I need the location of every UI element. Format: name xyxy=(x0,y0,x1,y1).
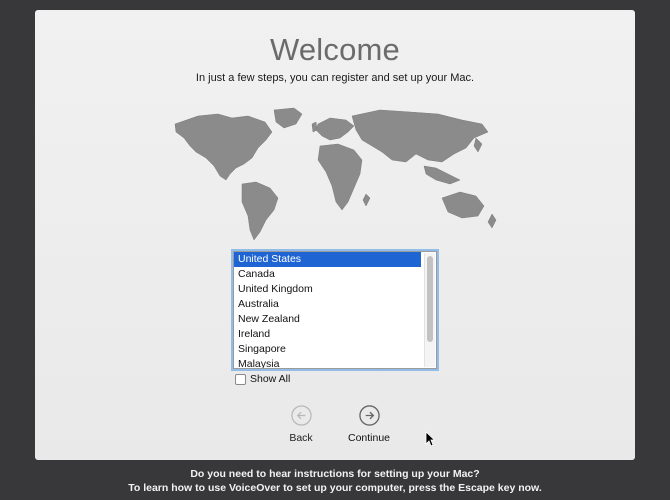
list-item-australia[interactable]: Australia xyxy=(234,297,421,312)
south-america-shape xyxy=(241,181,279,241)
mouse-cursor-icon xyxy=(425,431,435,447)
list-item-malaysia[interactable]: Malaysia xyxy=(234,357,421,368)
back-button[interactable]: Back xyxy=(271,405,331,444)
voiceover-notice: Do you need to hear instructions for set… xyxy=(0,467,670,495)
world-map-image xyxy=(174,107,497,241)
list-item-canada[interactable]: Canada xyxy=(234,267,421,282)
new-zealand-shape xyxy=(487,213,497,229)
list-item-singapore[interactable]: Singapore xyxy=(234,342,421,357)
list-scrollbar[interactable] xyxy=(424,253,435,367)
list-item-new-zealand[interactable]: New Zealand xyxy=(234,312,421,327)
australia-shape xyxy=(441,191,485,219)
africa-shape xyxy=(317,143,363,211)
madagascar-shape xyxy=(362,193,371,207)
southeast-asia-shape xyxy=(423,165,461,185)
list-item-ireland[interactable]: Ireland xyxy=(234,327,421,342)
voiceover-line-1: Do you need to hear instructions for set… xyxy=(190,468,480,480)
show-all-control[interactable]: Show All xyxy=(235,373,290,385)
list-item-united-kingdom[interactable]: United Kingdom xyxy=(234,282,421,297)
europe-shape xyxy=(315,117,355,141)
right-arrow-circle-icon xyxy=(358,405,380,426)
asia-shape xyxy=(351,109,489,163)
japan-shape xyxy=(473,137,483,153)
voiceover-line-2: To learn how to use VoiceOver to set up … xyxy=(128,482,542,494)
list-item-united-states[interactable]: United States xyxy=(234,252,421,267)
country-list[interactable]: United States Canada United Kingdom Aust… xyxy=(233,251,437,369)
continue-button[interactable]: Continue xyxy=(339,405,399,444)
scrollbar-thumb[interactable] xyxy=(427,256,433,342)
page-title: Welcome xyxy=(269,32,401,67)
back-button-label: Back xyxy=(289,432,313,444)
continue-button-label: Continue xyxy=(347,432,391,444)
greenland-shape xyxy=(273,107,303,129)
left-arrow-circle-icon xyxy=(290,405,312,426)
show-all-checkbox[interactable] xyxy=(235,373,246,385)
page-subtitle: In just a few steps, you can register an… xyxy=(195,72,475,84)
uk-shape xyxy=(311,121,318,133)
north-america-shape xyxy=(174,113,273,181)
setup-assistant-window: Welcome In just a few steps, you can reg… xyxy=(35,10,635,460)
show-all-label: Show All xyxy=(250,373,291,385)
